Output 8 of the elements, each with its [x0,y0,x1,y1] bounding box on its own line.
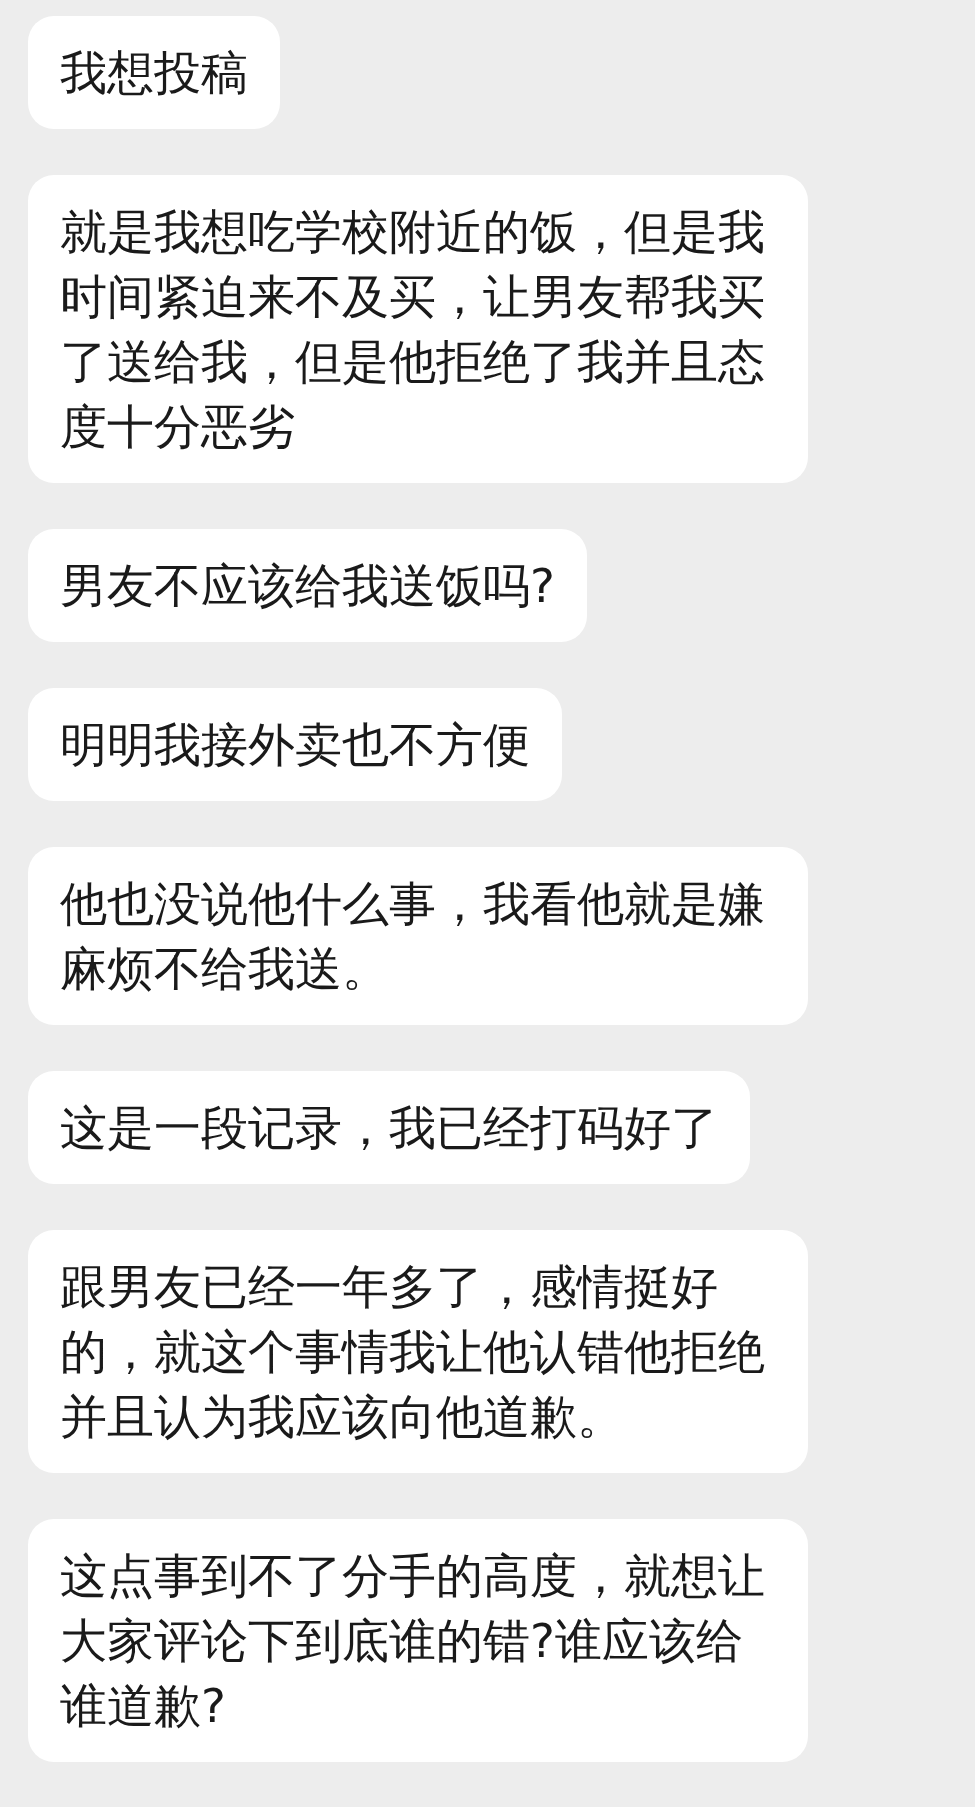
message-bubble: 他也没说他什么事，我看他就是嫌麻烦不给我送。 [28,847,808,1025]
message-bubble: 这是一段记录，我已经打码好了 [28,1071,750,1184]
message-bubble: 明明我接外卖也不方便 [28,688,562,801]
message-bubble: 跟男友已经一年多了，感情挺好的，就这个事情我让他认错他拒绝并且认为我应该向他道歉。 [28,1230,808,1473]
message-bubble: 就是我想吃学校附近的饭，但是我时间紧迫来不及买，让男友帮我买了送给我，但是他拒绝了我并且态度十分恶劣 [28,175,808,483]
message-bubble: 我想投稿 [28,16,280,129]
message-bubble: 男友不应该给我送饭吗? [28,529,587,642]
message-bubble: 这点事到不了分手的高度，就想让大家评论下到底谁的错?谁应该给谁道歉? [28,1519,808,1762]
